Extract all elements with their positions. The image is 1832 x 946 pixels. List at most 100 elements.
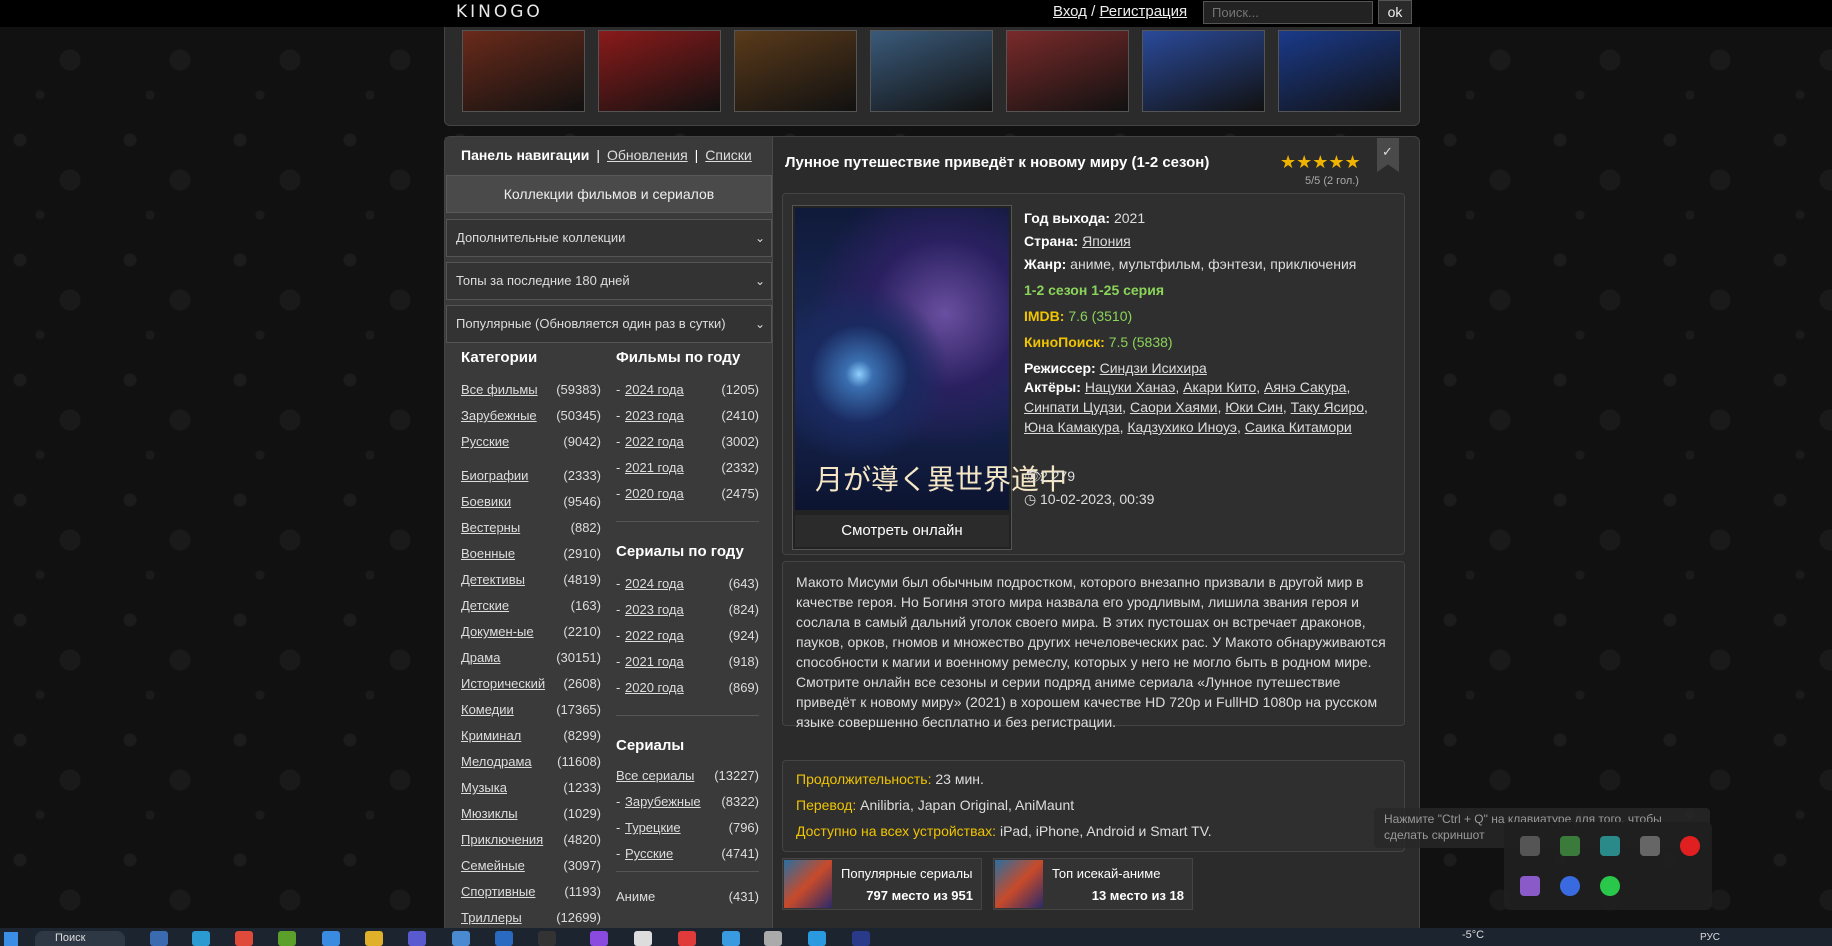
taskbar-app-icon[interactable] [235,931,253,946]
list-item[interactable]: -2022 года (924) [616,628,759,646]
rating-stars[interactable]: ★★★★★ [1280,152,1361,173]
series-link[interactable]: Зарубежные [625,794,701,809]
actor-link[interactable]: Кадзухико Иноуэ [1127,419,1237,435]
list-item[interactable]: Докумен-ые (2210) [461,624,601,642]
tray-icon[interactable] [1640,836,1660,856]
actor-link[interactable]: Аянэ Сакура [1264,379,1346,395]
year-link[interactable]: 2021 года [625,460,684,475]
year-link[interactable]: 2024 года [625,382,684,397]
list-item[interactable]: Криминал (8299) [461,728,601,746]
list-item[interactable]: Семейные (3097) [461,858,601,876]
dropdown-extra-collections[interactable]: Дополнительные коллекции ⌄ [446,219,772,257]
list-item[interactable]: Исторический (2608) [461,676,601,694]
category-link[interactable]: Все фильмы [461,382,538,397]
series-all-link[interactable]: Все сериалы [616,768,694,783]
list-item[interactable]: Триллеры (12699) [461,910,601,928]
category-link[interactable]: Семейные [461,858,525,873]
list-item[interactable]: Комедии (17365) [461,702,601,720]
taskbar-app-icon[interactable] [408,931,426,946]
taskbar-app-icon[interactable] [764,931,782,946]
carousel-poster[interactable] [462,30,585,112]
tray-icon[interactable] [1600,836,1620,856]
list-item[interactable]: Драма (30151) [461,650,601,668]
carousel-poster[interactable] [598,30,721,112]
series-link[interactable]: Турецкие [625,820,681,835]
taskbar-app-icon[interactable] [538,931,556,946]
category-link[interactable]: Биографии [461,468,528,483]
taskbar-app-icon[interactable] [808,931,826,946]
category-link[interactable]: Боевики [461,494,511,509]
actor-link[interactable]: Юна Камакура [1024,419,1120,435]
register-link[interactable]: Регистрация [1099,3,1187,20]
ranking-card[interactable]: Популярные сериалы 797 место из 951 [782,858,982,910]
taskbar-app-icon[interactable] [278,931,296,946]
list-item[interactable]: Вестерны (882) [461,520,601,538]
year-link[interactable]: 2020 года [625,680,684,695]
year-link[interactable]: 2020 года [625,486,684,501]
taskbar-search[interactable]: Поиск [35,931,125,946]
tray-icon[interactable] [1520,836,1540,856]
site-logo[interactable]: KINOGO [456,2,543,22]
taskbar-app-icon[interactable] [150,931,168,946]
dropdown-popular[interactable]: Популярные (Обновляется один раз в сутки… [446,305,772,343]
list-item[interactable]: -2024 года (1205) [616,382,759,400]
category-link[interactable]: Детективы [461,572,525,587]
list-item[interactable]: Боевики (9546) [461,494,601,512]
carousel-poster[interactable] [870,30,993,112]
list-item[interactable]: Все сериалы (13227) [616,768,759,786]
list-item[interactable]: -2020 года (869) [616,680,759,698]
tab-updates[interactable]: Обновления [607,147,688,163]
tray-icon[interactable] [1560,876,1580,896]
category-link[interactable]: Музыка [461,780,507,795]
actor-link[interactable]: Нацуки Ханаэ [1085,379,1176,395]
list-item[interactable]: -2021 года (2332) [616,460,759,478]
category-link[interactable]: Триллеры [461,910,522,925]
category-link[interactable]: Докумен-ые [461,624,534,639]
year-link[interactable]: 2022 года [625,628,684,643]
category-link[interactable]: Вестерны [461,520,520,535]
list-item[interactable]: Все фильмы (59383) [461,382,601,400]
taskbar-app-icon[interactable] [452,931,470,946]
category-link[interactable]: Мюзиклы [461,806,518,821]
list-item[interactable]: -2021 года (918) [616,654,759,672]
category-link[interactable]: Приключения [461,832,543,847]
tray-icon[interactable] [1520,876,1540,896]
category-link[interactable]: Русские [461,434,509,449]
list-item[interactable]: Военные (2910) [461,546,601,564]
list-item[interactable]: -2024 года (643) [616,576,759,594]
category-link[interactable]: Военные [461,546,515,561]
taskbar-app-icon[interactable] [365,931,383,946]
category-link[interactable]: Мелодрама [461,754,532,769]
carousel-poster[interactable] [1278,30,1401,112]
taskbar-app-icon[interactable] [322,931,340,946]
list-item[interactable]: Биографии (2333) [461,468,601,486]
category-link[interactable]: Драма [461,650,500,665]
list-item[interactable]: Детские (163) [461,598,601,616]
tab-navigation[interactable]: Панель навигации [461,147,589,163]
search-input[interactable] [1203,1,1373,24]
tray-icon[interactable] [1600,876,1620,896]
year-link[interactable]: 2022 года [625,434,684,449]
taskbar-app-icon[interactable] [495,931,513,946]
year-link[interactable]: 2021 года [625,654,684,669]
category-link[interactable]: Спортивные [461,884,535,899]
taskbar-app-icon[interactable] [678,931,696,946]
list-item[interactable]: Детективы (4819) [461,572,601,590]
taskbar-app-icon[interactable] [634,931,652,946]
tab-lists[interactable]: Списки [705,147,751,163]
login-link[interactable]: Вход [1053,3,1087,20]
list-item[interactable]: -2023 года (2410) [616,408,759,426]
list-item[interactable]: - Зарубежные (8322) [616,794,759,812]
category-link[interactable]: Зарубежные [461,408,537,423]
year-link[interactable]: 2023 года [625,408,684,423]
list-item[interactable]: Мелодрама (11608) [461,754,601,772]
weather-temp[interactable]: -5°C [1462,929,1484,941]
taskbar-app-icon[interactable] [722,931,740,946]
list-item[interactable]: Спортивные (1193) [461,884,601,902]
category-link[interactable]: Комедии [461,702,514,717]
taskbar-app-icon[interactable] [192,931,210,946]
carousel-poster[interactable] [1142,30,1265,112]
list-item[interactable]: - Русские (4741) [616,846,759,864]
list-item[interactable]: Приключения (4820) [461,832,601,850]
tray-icon[interactable] [1560,836,1580,856]
